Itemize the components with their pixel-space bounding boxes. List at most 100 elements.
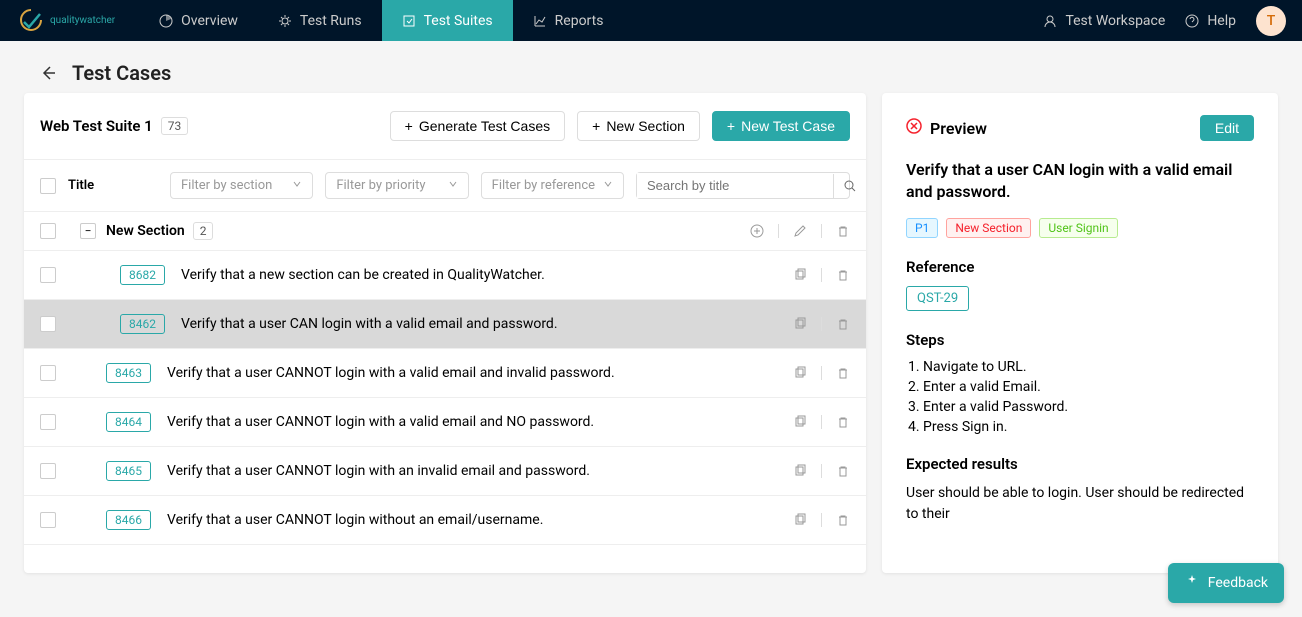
edit-icon[interactable]: [793, 224, 807, 238]
reference-label: Reference: [906, 258, 1254, 276]
feature-tag: User Signin: [1039, 218, 1117, 238]
nav-label: Test Suites: [424, 13, 493, 29]
add-case-icon[interactable]: [750, 224, 764, 238]
nav-right: Test Workspace Help T: [1043, 6, 1286, 36]
copy-icon[interactable]: [793, 268, 807, 282]
plus-icon: +: [727, 118, 735, 134]
divider: [821, 224, 822, 238]
case-row[interactable]: 8465Verify that a user CANNOT login with…: [24, 447, 866, 496]
case-title: Verify that a user CANNOT login with a v…: [167, 365, 793, 381]
divider: [821, 366, 822, 380]
nav-overview[interactable]: Overview: [139, 0, 258, 41]
trash-icon[interactable]: [836, 513, 850, 527]
case-checkbox[interactable]: [40, 267, 56, 283]
feedback-label: Feedback: [1208, 575, 1268, 591]
trash-icon[interactable]: [836, 268, 850, 282]
case-row[interactable]: 8682Verify that a new section can be cre…: [24, 251, 866, 300]
copy-icon[interactable]: [793, 513, 807, 527]
chart-icon: [533, 14, 547, 28]
case-id-badge: 8465: [106, 461, 151, 481]
step-item: 4. Press Sign in.: [908, 419, 1254, 435]
suite-count: 73: [161, 117, 189, 135]
filter-reference-select[interactable]: Filter by reference: [481, 172, 624, 199]
plus-icon: +: [592, 118, 600, 134]
expected-text: User should be able to login. User shoul…: [906, 483, 1254, 525]
feedback-button[interactable]: Feedback: [1168, 563, 1284, 603]
section-tag: New Section: [946, 218, 1031, 238]
nav-reports[interactable]: Reports: [513, 0, 624, 41]
filter-priority-select[interactable]: Filter by priority: [325, 172, 468, 199]
case-id-badge: 8466: [106, 510, 151, 530]
new-test-case-button[interactable]: + New Test Case: [712, 111, 850, 141]
gear-icon: [278, 14, 292, 28]
title-column-header: Title: [68, 178, 158, 193]
case-checkbox[interactable]: [40, 316, 56, 332]
nav-test-suites[interactable]: Test Suites: [382, 0, 513, 41]
page-header: Test Cases: [0, 41, 1302, 93]
step-item: 2. Enter a valid Email.: [908, 379, 1254, 395]
workspace-menu[interactable]: Test Workspace: [1043, 13, 1165, 29]
avatar[interactable]: T: [1256, 6, 1286, 36]
case-title: Verify that a user CAN login with a vali…: [181, 316, 793, 332]
copy-icon[interactable]: [793, 317, 807, 331]
rows-container: − New Section 2 8682Verify that a new se…: [24, 212, 866, 573]
help-link[interactable]: Help: [1185, 13, 1236, 29]
case-checkbox[interactable]: [40, 463, 56, 479]
case-id-badge: 8464: [106, 412, 151, 432]
button-label: Generate Test Cases: [419, 118, 550, 134]
case-id-badge: 8462: [120, 314, 165, 334]
divider: [821, 268, 822, 282]
step-item: 1. Navigate to URL.: [908, 359, 1254, 375]
trash-icon[interactable]: [836, 464, 850, 478]
copy-icon[interactable]: [793, 366, 807, 380]
suite-title: Web Test Suite 1: [40, 117, 153, 135]
case-row[interactable]: 8466 Verify that a user CANNOT login with…: [24, 496, 866, 545]
divider: [821, 464, 822, 478]
section-row[interactable]: − New Section 2: [24, 212, 866, 251]
steps-label: Steps: [906, 331, 1254, 349]
logo[interactable]: qualitywatcher: [16, 8, 115, 34]
workspace-label: Test Workspace: [1065, 13, 1165, 29]
case-row[interactable]: 8464 Verify that a user CANNOT login with…: [24, 398, 866, 447]
case-checkbox[interactable]: [40, 512, 56, 528]
case-checkbox[interactable]: [40, 414, 56, 430]
preview-label: Preview: [930, 119, 987, 138]
nav-test-runs[interactable]: Test Runs: [258, 0, 382, 41]
trash-icon[interactable]: [836, 366, 850, 380]
collapse-toggle[interactable]: −: [80, 223, 96, 239]
case-title: Verify that a user CANNOT login without …: [167, 512, 793, 528]
search-input[interactable]: [637, 173, 833, 198]
chevron-down-icon: [603, 178, 613, 193]
section-name: New Section: [106, 223, 185, 239]
copy-icon[interactable]: [793, 415, 807, 429]
case-row[interactable]: 8463Verify that a user CANNOT login with…: [24, 349, 866, 398]
case-title: Verify that a user CANNOT login with a v…: [167, 414, 793, 430]
select-all-checkbox[interactable]: [40, 178, 56, 194]
back-button[interactable]: [40, 65, 56, 81]
edit-button[interactable]: Edit: [1200, 115, 1254, 141]
nav-label: Reports: [555, 13, 604, 29]
case-row[interactable]: 8462 Verify that a user CAN login with a …: [24, 300, 866, 349]
trash-icon[interactable]: [836, 317, 850, 331]
user-icon: [1043, 14, 1057, 28]
section-checkbox[interactable]: [40, 223, 56, 239]
sparkle-icon: [1184, 573, 1200, 593]
search-button[interactable]: [833, 174, 866, 198]
trash-icon[interactable]: [836, 224, 850, 238]
close-preview-icon[interactable]: [906, 118, 922, 138]
pie-icon: [159, 14, 173, 28]
case-checkbox[interactable]: [40, 365, 56, 381]
preview-panel: Preview Edit Verify that a user CAN logi…: [882, 93, 1278, 573]
generate-test-cases-button[interactable]: + Generate Test Cases: [390, 111, 565, 141]
top-nav: qualitywatcher Overview Test Runs Test S…: [0, 0, 1302, 41]
preview-case-title: Verify that a user CAN login with a vali…: [906, 159, 1254, 204]
step-item: 3. Enter a valid Password.: [908, 399, 1254, 415]
select-placeholder: Filter by reference: [492, 178, 595, 193]
filter-section-select[interactable]: Filter by section: [170, 172, 313, 199]
nav-label: Test Runs: [300, 13, 362, 29]
trash-icon[interactable]: [836, 415, 850, 429]
help-icon: [1185, 14, 1199, 28]
reference-link[interactable]: QST-29: [906, 286, 969, 311]
copy-icon[interactable]: [793, 464, 807, 478]
new-section-button[interactable]: + New Section: [577, 111, 700, 141]
